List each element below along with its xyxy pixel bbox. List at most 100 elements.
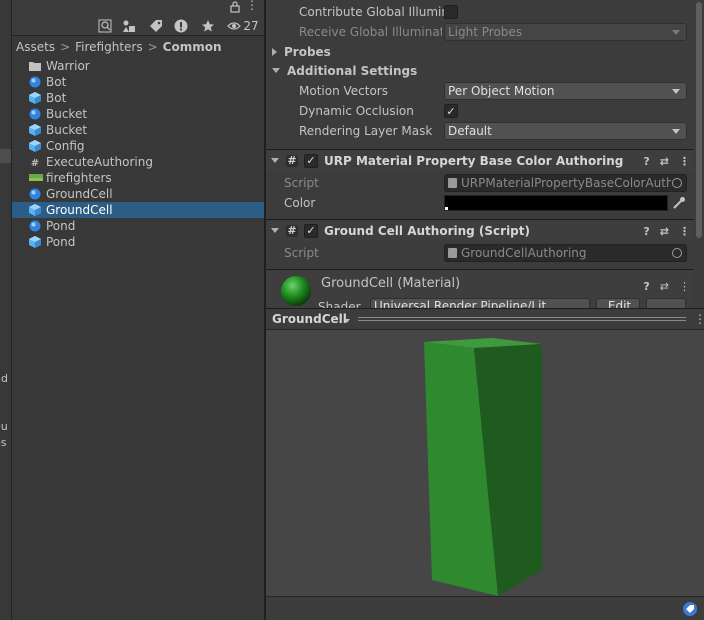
material-sphere-icon xyxy=(281,276,311,306)
script-hash-icon: # xyxy=(286,154,298,167)
additional-settings-label: Additional Settings xyxy=(287,63,418,78)
eyedropper-icon[interactable] xyxy=(672,196,686,210)
object-picker-icon[interactable] xyxy=(672,178,682,188)
filter-by-label-icon[interactable] xyxy=(149,18,163,34)
asset-label: Pond xyxy=(46,235,76,249)
hidden-packages-toggle[interactable]: 27 xyxy=(224,18,262,34)
urp-script-label: Script xyxy=(284,176,319,190)
inspector-scrollbar[interactable] xyxy=(694,0,704,240)
breadcrumb-firefighters[interactable]: Firefighters xyxy=(75,40,142,54)
help-icon[interactable]: ? xyxy=(643,225,649,238)
preset-sliders-icon[interactable]: ⇄ xyxy=(660,280,669,293)
preset-sliders-icon[interactable]: ⇄ xyxy=(660,155,669,168)
asset-item[interactable]: Pond xyxy=(12,218,264,234)
preview-toolbar: GroundCell ⋮ xyxy=(266,308,704,330)
breadcrumb-assets[interactable]: Assets xyxy=(16,40,55,54)
inspector-panel: Contribute Global Illumina Receive Globa… xyxy=(266,0,704,308)
breadcrumb-separator: > xyxy=(60,40,71,54)
groundcell-script-value: GroundCellAuthoring xyxy=(461,246,587,260)
alpha-bar xyxy=(445,207,448,210)
filter-by-type-icon[interactable] xyxy=(122,18,136,34)
favorites-star-icon[interactable] xyxy=(201,18,215,34)
preview-resize-handle[interactable] xyxy=(358,317,686,321)
urp-script-row: Script URPMaterialPropertyBaseColorAutho… xyxy=(266,173,694,193)
urp-color-row: Color xyxy=(266,193,694,213)
motion-vectors-dropdown[interactable]: Per Object Motion xyxy=(444,82,687,100)
folder-icon xyxy=(29,60,41,72)
motion-vectors-row: Motion Vectors Per Object Motion xyxy=(266,81,694,101)
urp-script-value: URPMaterialPropertyBaseColorAuthoring xyxy=(461,176,671,190)
asset-item[interactable]: # ExecuteAuthoring xyxy=(12,154,264,170)
help-icon[interactable]: ? xyxy=(643,280,649,293)
receive-gi-label: Receive Global Illuminatic xyxy=(299,25,442,39)
hidden-count: 27 xyxy=(243,19,259,33)
rendering-layer-mask-row: Rendering Layer Mask Default xyxy=(266,121,694,141)
receive-gi-dropdown[interactable]: Light Probes xyxy=(444,23,687,41)
asset-item[interactable]: Bucket xyxy=(12,106,264,122)
asset-item[interactable]: Bot xyxy=(12,90,264,106)
context-menu-icon[interactable]: ⋮ xyxy=(694,312,704,326)
probes-foldout[interactable]: Probes xyxy=(266,42,694,61)
warning-filter-icon[interactable] xyxy=(174,18,188,34)
groundcell-box-preview xyxy=(424,338,542,596)
component-header-icons: ? ⇄ ⋮ xyxy=(643,223,694,239)
urp-component-enabled-checkbox[interactable]: ✓ xyxy=(304,153,318,168)
shader-dropdown[interactable]: Universal Render Pipeline/Lit xyxy=(370,298,590,308)
asset-label: Config xyxy=(46,139,85,153)
material-header[interactable]: GroundCell (Material) Shader Universal R… xyxy=(266,269,694,308)
asset-item[interactable]: Bucket xyxy=(12,122,264,138)
asset-item[interactable]: GroundCell xyxy=(12,202,264,218)
hierarchy-strip: s nd ou es xyxy=(0,0,12,620)
rendering-layer-mask-dropdown[interactable]: Default xyxy=(444,122,687,140)
context-menu-icon[interactable]: ⋮ xyxy=(679,280,690,293)
svg-text:#: # xyxy=(31,158,39,168)
prefab-icon xyxy=(29,124,41,136)
asset-label-icon[interactable] xyxy=(683,602,697,616)
context-menu-icon[interactable]: ⋮ xyxy=(679,155,690,168)
asset-item[interactable]: firefighters xyxy=(12,170,264,186)
preview-viewport[interactable] xyxy=(266,330,704,596)
scene-icon xyxy=(29,220,41,232)
menu-dots-icon[interactable]: ⋮ xyxy=(246,0,258,12)
project-tab-icons: ⋮ xyxy=(12,0,264,16)
dynamic-occlusion-checkbox[interactable]: ✓ xyxy=(444,104,458,118)
contribute-gi-checkbox[interactable] xyxy=(444,5,458,19)
context-menu-icon[interactable]: ⋮ xyxy=(679,225,690,238)
project-panel: ⋮ 27 Assets > Firefighters > Common Warr… xyxy=(12,0,264,620)
asset-item[interactable]: Pond xyxy=(12,234,264,250)
groundcell-component-header[interactable]: # ✓ Ground Cell Authoring (Script) ? ⇄ ⋮ xyxy=(266,219,694,241)
chevron-down-icon[interactable] xyxy=(344,319,350,323)
help-icon[interactable]: ? xyxy=(643,155,649,168)
shader-edit-button[interactable]: Edit xyxy=(596,298,640,308)
asset-item[interactable]: Bot xyxy=(12,74,264,90)
groundcell-component-title: Ground Cell Authoring (Script) xyxy=(324,223,530,238)
preview-object-name[interactable]: GroundCell xyxy=(272,312,347,326)
project-toolbar: 27 xyxy=(12,16,264,36)
lock-icon[interactable] xyxy=(230,1,240,13)
asset-item[interactable]: Warrior xyxy=(12,58,264,74)
breadcrumb-common[interactable]: Common xyxy=(163,40,222,54)
breadcrumb-separator: > xyxy=(147,40,158,54)
asset-label: Bucket xyxy=(46,123,88,137)
script-icon: # xyxy=(29,156,41,169)
asset-label: Bot xyxy=(46,75,67,89)
asset-list: Warrior Bot Bot Bucket Bucket Config # ExecuteA… xyxy=(12,58,264,250)
asset-label: GroundCell xyxy=(46,203,113,217)
groundcell-script-row: Script GroundCellAuthoring xyxy=(266,243,694,263)
urp-color-component-header[interactable]: # ✓ URP Material Property Base Color Aut… xyxy=(266,149,694,171)
asset-item[interactable]: GroundCell xyxy=(12,186,264,202)
preset-sliders-icon[interactable]: ⇄ xyxy=(660,225,669,238)
foldout-arrow-icon xyxy=(271,228,279,233)
urp-color-label: Color xyxy=(284,196,316,210)
shader-options-button[interactable] xyxy=(646,298,686,308)
groundcell-component-enabled-checkbox[interactable]: ✓ xyxy=(304,223,318,238)
object-picker-icon[interactable] xyxy=(672,248,682,258)
scrollbar-thumb[interactable] xyxy=(696,2,702,238)
additional-settings-foldout[interactable]: Additional Settings xyxy=(266,61,694,80)
chevron-down-icon xyxy=(672,129,680,134)
asset-item[interactable]: Config xyxy=(12,138,264,154)
contribute-gi-label: Contribute Global Illumina xyxy=(299,5,457,19)
color-field[interactable] xyxy=(444,195,668,211)
search-by-type-icon[interactable] xyxy=(98,18,112,34)
script-file-icon xyxy=(448,178,457,188)
